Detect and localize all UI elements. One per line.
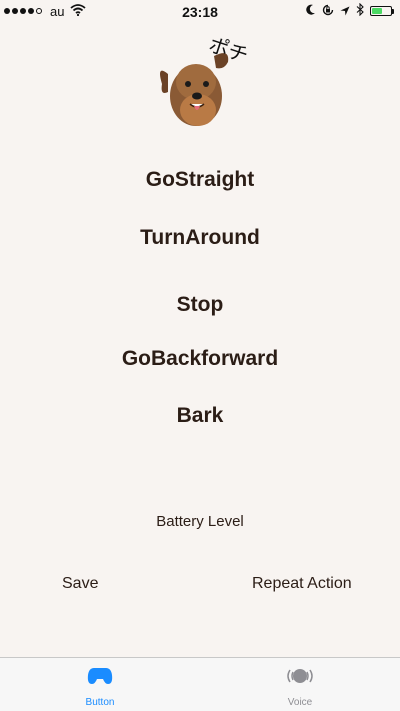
gamepad-icon xyxy=(87,666,113,691)
status-bar: au 23:18 xyxy=(0,0,400,24)
bluetooth-icon xyxy=(356,2,364,19)
battery-level-label: Battery Level xyxy=(156,513,244,530)
battery-icon xyxy=(370,6,394,16)
moon-icon xyxy=(306,4,316,19)
go-straight-button[interactable]: GoStraight xyxy=(0,167,400,193)
go-backforward-button[interactable]: GoBackforward xyxy=(0,346,400,372)
tab-voice-label: Voice xyxy=(287,697,313,708)
save-button[interactable]: Save xyxy=(62,575,98,593)
app-logo: ポチ xyxy=(154,32,254,134)
voice-icon xyxy=(285,666,315,691)
rotation-lock-icon xyxy=(322,4,334,19)
tab-voice[interactable]: Voice xyxy=(200,658,400,711)
battery-fill xyxy=(372,8,382,14)
stop-button[interactable]: Stop xyxy=(0,292,400,318)
tab-bar: Button Voice xyxy=(0,657,400,711)
tab-button[interactable]: Button xyxy=(0,658,200,711)
status-icons xyxy=(306,2,394,19)
location-icon xyxy=(340,4,350,19)
turn-around-button[interactable]: TurnAround xyxy=(0,225,400,251)
repeat-action-button[interactable]: Repeat Action xyxy=(252,575,352,593)
bark-button[interactable]: Bark xyxy=(0,403,400,429)
tab-button-label: Button xyxy=(85,697,115,708)
